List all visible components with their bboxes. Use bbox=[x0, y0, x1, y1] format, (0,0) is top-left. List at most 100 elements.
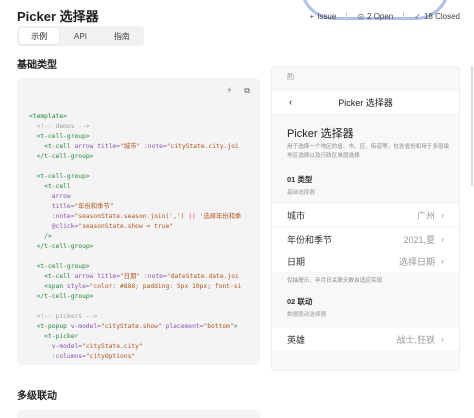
cell-year-season[interactable]: 年份和季节 2021,夏 › bbox=[272, 228, 459, 250]
code-line: <t-cell bbox=[29, 182, 241, 192]
code-line: </t-cell-group> bbox=[29, 242, 241, 252]
code-toolbar: ⚡ ⧉ bbox=[227, 86, 250, 96]
code-token: :note= bbox=[140, 143, 167, 150]
preview-logo-icon: 酌 bbox=[287, 74, 294, 81]
chevron-right-icon: › bbox=[441, 234, 444, 244]
code-block: <template> <!-- demos --> <t-cell-group>… bbox=[29, 112, 241, 362]
code-line: title="年份和季节" bbox=[29, 202, 241, 212]
code-token: <t-popup bbox=[36, 323, 71, 330]
issue-label: Issue bbox=[317, 11, 337, 21]
code-token: > bbox=[233, 323, 238, 330]
code-token: v-model= bbox=[70, 323, 102, 330]
code-line: arrow bbox=[29, 192, 241, 202]
code-token: </t-cell-group> bbox=[36, 293, 94, 300]
block-title-types: 01 类型 bbox=[287, 175, 313, 184]
new-issue-button[interactable]: + Issue bbox=[306, 8, 341, 24]
open-issue-icon: ⊙ bbox=[357, 11, 365, 21]
cell-city[interactable]: 城市 广州 › bbox=[272, 204, 459, 226]
code-line: @click="seasonState.show = true" bbox=[29, 222, 241, 232]
code-token: <t-cell-group> bbox=[36, 133, 90, 140]
code-panel: ⚡ ⧉ <template> <!-- demos --> <t-cell-gr… bbox=[17, 78, 260, 365]
code-line: <template> bbox=[29, 112, 241, 122]
code-token: <t-cell bbox=[44, 183, 71, 190]
code-line: <t-cell-group> bbox=[29, 172, 241, 182]
back-arrow-icon[interactable]: ‹ bbox=[289, 97, 292, 108]
check-circle-icon: ✓ bbox=[414, 11, 421, 21]
doc-tabs: 示例 API 指南 bbox=[17, 26, 144, 46]
phone-preview: 酌 ‹ Picker 选择器 Picker 选择器 用于选择一个地区的省、市、区… bbox=[271, 66, 460, 371]
closed-issues-label: 18 Closed bbox=[423, 11, 460, 21]
tab-guide[interactable]: 指南 bbox=[102, 28, 142, 44]
cell-label: 年份和季节 bbox=[287, 234, 333, 245]
code-token: "dateState.date.joi bbox=[166, 273, 239, 280]
code-token: "年份和季节" bbox=[74, 203, 114, 210]
open-issues-link[interactable]: ⊙ 2 Open bbox=[353, 8, 397, 24]
code-line: :columns="cityOptions" bbox=[29, 352, 241, 362]
block-title-cascade: 02 联动 bbox=[287, 297, 313, 306]
code-token: placement= bbox=[161, 323, 204, 330]
open-issues-label: 2 Open bbox=[367, 11, 394, 21]
code-token: "城市" bbox=[120, 143, 141, 150]
copy-icon[interactable]: ⧉ bbox=[244, 86, 250, 96]
chevron-right-icon: › bbox=[441, 256, 444, 266]
plus-icon: + bbox=[309, 11, 315, 21]
code-token: arrow bbox=[51, 193, 71, 200]
tab-examples[interactable]: 示例 bbox=[19, 28, 60, 44]
cell-date[interactable]: 日期 选择日期 › bbox=[272, 250, 459, 272]
code-line: <t-popup v-model="cityState.show" placem… bbox=[29, 322, 241, 332]
page-scrollbar[interactable] bbox=[471, 66, 473, 186]
cell-label: 城市 bbox=[287, 210, 306, 221]
code-token: @click= bbox=[51, 223, 79, 230]
code-token: "seasonState.show = true" bbox=[78, 223, 174, 230]
code-line: <span style="color: #888; padding: 5px 1… bbox=[29, 282, 241, 292]
closed-issues-link[interactable]: ✓ 18 Closed bbox=[410, 8, 464, 24]
code-token: "color: #888; padding: 5px 10px; font-si bbox=[89, 283, 242, 290]
cell-value: 广州 bbox=[416, 210, 435, 221]
demo-description: 用于选择一个地区的省、市、区、街道等，包含省份和用于多层级地区选择以及行政区单层… bbox=[287, 144, 450, 159]
next-code-panel bbox=[17, 410, 260, 418]
cell-hero[interactable]: 英雄 战士,狂铁 › bbox=[272, 328, 459, 350]
code-token: <span bbox=[44, 283, 67, 290]
code-line: <t-cell arrow title="日期" :note="dateStat… bbox=[29, 272, 241, 282]
code-token: </t-cell-group> bbox=[36, 153, 94, 160]
code-token: </t-cell-group> bbox=[36, 243, 94, 250]
code-token: <t-picker bbox=[44, 333, 79, 340]
code-token: title= bbox=[51, 203, 75, 210]
tab-api[interactable]: API bbox=[60, 28, 100, 44]
block-desc-cascade: 数据联动选择器 bbox=[287, 312, 327, 318]
demo-title: Picker 选择器 bbox=[287, 128, 354, 140]
code-line: :note="seasonState.season.join(',') || '… bbox=[29, 212, 241, 222]
code-line: v-model="cityState.city" bbox=[29, 342, 241, 352]
code-token: :note= bbox=[140, 273, 167, 280]
code-token: "cityState.city" bbox=[82, 343, 143, 350]
page-title: Picker 选择器 bbox=[17, 9, 99, 24]
code-token: "seasonState.season.join(',') || '选择年份和季 bbox=[74, 213, 242, 220]
code-token: <!-- demos --> bbox=[36, 123, 90, 130]
code-token: "日期" bbox=[120, 273, 141, 280]
navbar-title: Picker 选择器 bbox=[338, 97, 393, 108]
code-line: <!-- pickers --> bbox=[29, 312, 241, 322]
code-line: /> bbox=[29, 232, 241, 242]
cell-value: 战士,狂铁 bbox=[396, 334, 435, 345]
code-token: <!-- pickers --> bbox=[36, 313, 98, 320]
lightning-icon[interactable]: ⚡ bbox=[227, 86, 233, 96]
code-token: "cityState.city.joi bbox=[166, 143, 239, 150]
code-token: style= bbox=[66, 283, 90, 290]
cell-label: 英雄 bbox=[287, 334, 306, 345]
